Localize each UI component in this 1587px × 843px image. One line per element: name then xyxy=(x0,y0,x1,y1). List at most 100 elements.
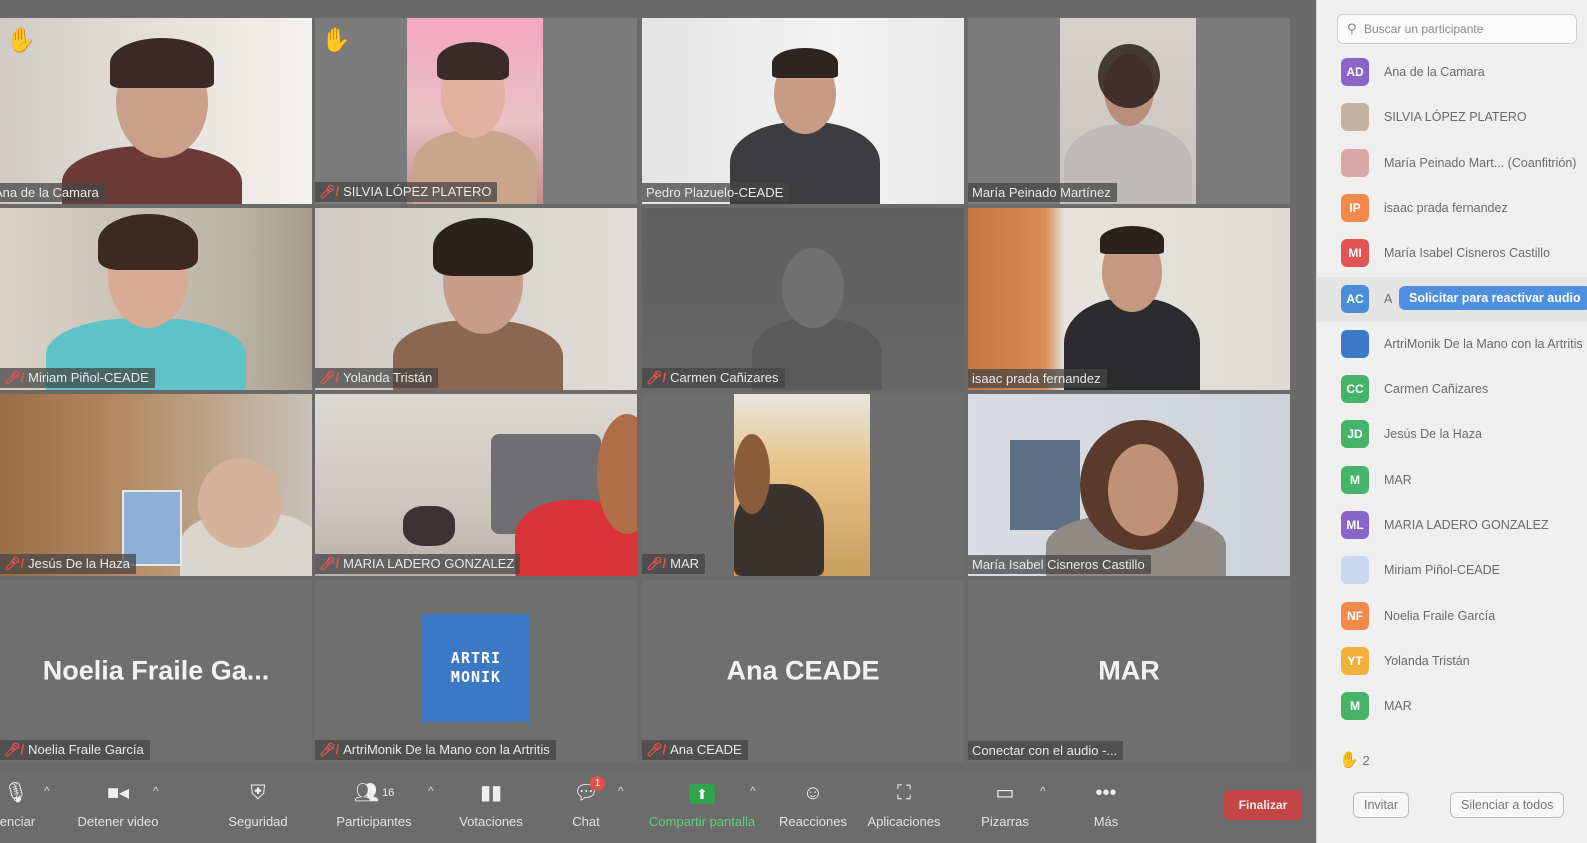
participant-name: MAR xyxy=(670,556,700,571)
video-tile[interactable]: María Isabel Cisneros Castillo xyxy=(968,394,1290,576)
participant-name: Noelia Fraile García xyxy=(28,742,144,757)
security-button[interactable]: ⛨ Seguridad xyxy=(218,778,298,829)
participant-nameplate: 🎤︎/Noelia Fraile García xyxy=(0,740,150,760)
participant-row[interactable]: YT Yolanda Tristán xyxy=(1317,639,1587,684)
participant-nameplate: 🎤︎/MARIA LADERO GONZALEZ xyxy=(315,554,521,574)
video-tile[interactable]: 🎤︎/Jesús De la Haza xyxy=(0,394,312,576)
participants-label: Participantes xyxy=(336,814,412,829)
participant-row[interactable]: Miriam Piñol-CEADE xyxy=(1317,548,1587,593)
participant-nameplate: 🎤︎/Jesús De la Haza xyxy=(0,554,137,574)
participant-avatar: JD xyxy=(1341,420,1369,448)
participant-video xyxy=(315,394,637,576)
video-tile-no-video[interactable]: ARTRI MONIK 🎤︎/ArtriMonik De la Mano con… xyxy=(315,580,637,762)
whiteboards-options-chevron-icon[interactable]: ^ xyxy=(1040,784,1046,798)
participant-row[interactable]: NF Noelia Fraile García xyxy=(1317,594,1587,639)
participant-row[interactable]: ArtriMonik De la Mano con la Artritis xyxy=(1317,322,1587,367)
participant-avatar: AC xyxy=(1341,285,1369,313)
apps-button[interactable]: ⛶ Aplicaciones xyxy=(862,778,946,829)
participant-display-name: MAR xyxy=(1098,655,1160,686)
mic-muted-icon: 🎤︎/ xyxy=(646,556,667,571)
mute-button[interactable]: 🎙︎ lenciar xyxy=(0,778,38,829)
participant-name: Ana de la Camara xyxy=(0,185,99,200)
video-tile-no-video[interactable]: Noelia Fraile Ga... 🎤︎/Noelia Fraile Gar… xyxy=(0,580,312,762)
chat-options-chevron-icon[interactable]: ^ xyxy=(618,784,624,798)
participant-row-name: Yolanda Tristán xyxy=(1384,654,1470,668)
participant-display-name: Noelia Fraile Ga... xyxy=(42,655,270,686)
video-tile[interactable]: 🎤︎/Miriam Piñol-CEADE xyxy=(0,208,312,390)
whiteboards-button[interactable]: ▭ Pizarras xyxy=(976,778,1034,829)
video-tile[interactable]: 🎤︎/Carmen Cañizares xyxy=(642,208,964,390)
microphone-icon: 🎙︎ xyxy=(3,782,29,804)
raised-hand-icon: ✋ xyxy=(6,27,36,54)
participant-row-name: ArtriMonik De la Mano con la Artritis xyxy=(1384,337,1583,351)
mic-muted-icon: 🎤︎/ xyxy=(4,556,25,571)
share-screen-button[interactable]: ⬆ Compartir pantalla xyxy=(642,778,762,829)
participant-row[interactable]: María Peinado Mart... (Coanfitrión) xyxy=(1317,141,1587,186)
ask-to-unmute-button[interactable]: Solicitar para reactivar audio xyxy=(1399,286,1587,310)
apps-label: Aplicaciones xyxy=(867,814,941,829)
participant-row-name: SILVIA LÓPEZ PLATERO xyxy=(1384,110,1527,124)
participants-count: 16 xyxy=(382,787,395,799)
participant-video xyxy=(1060,18,1196,204)
video-tile[interactable]: isaac prada fernandez xyxy=(968,208,1290,390)
video-tile[interactable]: María Peinado Martínez xyxy=(968,18,1290,204)
invite-button[interactable]: Invitar xyxy=(1353,792,1410,818)
participant-video xyxy=(968,394,1290,576)
participant-avatar: NF xyxy=(1341,602,1369,630)
video-tile[interactable]: ✋ Ana de la Camara xyxy=(0,18,312,204)
stop-video-button[interactable]: ■◂ Detener video xyxy=(70,778,166,829)
participant-avatar xyxy=(1341,149,1369,177)
participant-display-name: Ana CEADE xyxy=(726,655,880,686)
video-tile-no-video[interactable]: MAR Conectar con el audio -... xyxy=(968,580,1290,762)
raised-hands-number: 2 xyxy=(1362,753,1370,768)
participant-row[interactable]: CC Carmen Cañizares xyxy=(1317,367,1587,412)
participant-row[interactable]: IP isaac prada fernandez xyxy=(1317,186,1587,231)
polls-button[interactable]: ▮▮ Votaciones xyxy=(452,778,530,829)
participant-video xyxy=(0,208,312,390)
participant-row-name: María Isabel Cisneros Castillo xyxy=(1384,246,1551,260)
participant-search-input[interactable]: ⚲ Buscar un participante xyxy=(1337,14,1577,44)
participant-row[interactable]: JD Jesús De la Haza xyxy=(1317,412,1587,457)
participant-name: Miriam Piñol-CEADE xyxy=(28,370,149,385)
share-options-chevron-icon[interactable]: ^ xyxy=(750,784,756,798)
participant-row-name: MARIA LADERO GONZALEZ xyxy=(1384,518,1549,532)
chat-button[interactable]: 💬︎ 1 Chat xyxy=(562,776,610,829)
participants-button[interactable]: 👥︎ 16 Participantes xyxy=(330,778,418,829)
whiteboard-icon: ▭ xyxy=(995,782,1015,804)
video-tile[interactable]: Pedro Plazuelo-CEADE xyxy=(642,18,964,204)
participant-nameplate: María Isabel Cisneros Castillo xyxy=(968,555,1151,574)
more-button[interactable]: ••• Más xyxy=(1084,778,1128,829)
participant-row[interactable]: AC A Solicitar para reactivar audio xyxy=(1317,277,1587,322)
participant-row-name: Carmen Cañizares xyxy=(1384,382,1489,396)
video-tile[interactable]: 🎤︎/MARIA LADERO GONZALEZ xyxy=(315,394,637,576)
participant-row[interactable]: AD Ana de la Camara xyxy=(1317,50,1587,95)
video-tile[interactable]: 🎤︎/MAR xyxy=(642,394,964,576)
participant-name: Jesús De la Haza xyxy=(28,556,131,571)
participant-row[interactable]: M MAR xyxy=(1317,684,1587,729)
participant-row[interactable]: ML MARIA LADERO GONZALEZ xyxy=(1317,503,1587,548)
participant-name: Conectar con el audio -... xyxy=(972,743,1118,758)
video-options-chevron-icon[interactable]: ^ xyxy=(153,784,159,798)
participant-name: Pedro Plazuelo-CEADE xyxy=(646,185,784,200)
participant-row-name: Ana de la Camara xyxy=(1384,65,1485,79)
video-tile[interactable]: 🎤︎/Yolanda Tristán xyxy=(315,208,637,390)
mute-all-button[interactable]: Silenciar a todos xyxy=(1450,792,1565,818)
participant-row-name: Miriam Piñol-CEADE xyxy=(1384,563,1500,577)
participant-row[interactable]: SILVIA LÓPEZ PLATERO xyxy=(1317,95,1587,140)
participant-row-name: MAR xyxy=(1384,699,1412,713)
participants-options-chevron-icon[interactable]: ^ xyxy=(428,784,434,798)
participant-avatar: CC xyxy=(1341,375,1369,403)
reactions-button[interactable]: ☺︎ Reacciones xyxy=(774,778,852,829)
participant-video xyxy=(642,18,964,204)
video-tile-no-video[interactable]: Ana CEADE 🎤︎/Ana CEADE xyxy=(642,580,964,762)
search-icon: ⚲ xyxy=(1347,21,1357,36)
video-tile[interactable]: ✋ 🎤︎/SILVIA LÓPEZ PLATERO xyxy=(315,18,637,204)
smiley-plus-icon: ☺︎ xyxy=(802,782,824,804)
mic-muted-icon: 🎤︎/ xyxy=(4,742,25,757)
end-meeting-button[interactable]: Finalizar xyxy=(1224,790,1302,820)
participant-row[interactable]: M MAR xyxy=(1317,458,1587,503)
participant-nameplate: 🎤︎/ArtriMonik De la Mano con la Artritis xyxy=(315,740,556,760)
share-screen-icon: ⬆ xyxy=(642,778,762,808)
mute-options-chevron-icon[interactable]: ^ xyxy=(44,784,50,798)
participant-row[interactable]: MI María Isabel Cisneros Castillo xyxy=(1317,231,1587,276)
